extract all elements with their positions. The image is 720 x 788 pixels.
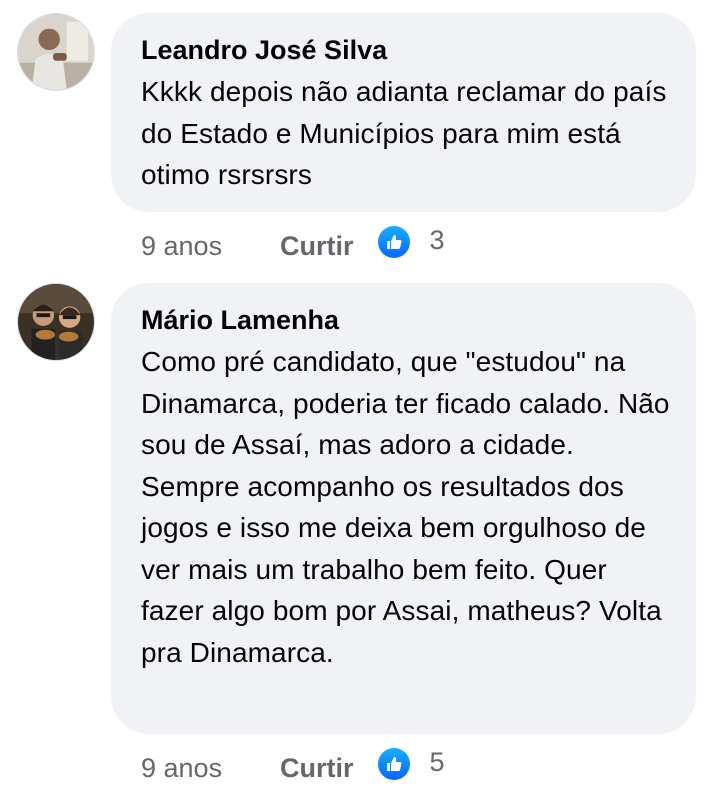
comment-actions: 9 anos Curtir 3	[141, 225, 445, 266]
comment-author[interactable]: Mário Lamenha	[141, 303, 672, 337]
comment-bubble: Leandro José Silva Kkkk depois não adian…	[111, 13, 696, 212]
thumbs-up-icon[interactable]	[377, 226, 410, 258]
comment-bubble: Mário Lamenha Como pré candidato, que "e…	[111, 283, 696, 734]
user-photo-icon	[18, 14, 94, 90]
comment-text: Kkkk depois não adianta reclamar do país…	[141, 76, 667, 190]
thumbs-up-icon[interactable]	[377, 748, 410, 780]
avatar[interactable]	[17, 13, 95, 91]
like-button[interactable]: Curtir	[280, 231, 354, 262]
comment-timestamp[interactable]: 9 anos	[141, 753, 280, 784]
comment-timestamp[interactable]: 9 anos	[141, 231, 280, 262]
comment-author[interactable]: Leandro José Silva	[141, 33, 672, 67]
avatar[interactable]	[17, 283, 95, 361]
reaction-count[interactable]: 3	[430, 225, 445, 256]
reaction-count[interactable]: 5	[430, 747, 445, 778]
comment-actions: 9 anos Curtir 5	[141, 747, 445, 788]
like-button[interactable]: Curtir	[280, 753, 354, 784]
comment-text: Como pré candidato, que "estudou" na Din…	[141, 346, 670, 668]
user-photo-icon	[18, 284, 94, 360]
